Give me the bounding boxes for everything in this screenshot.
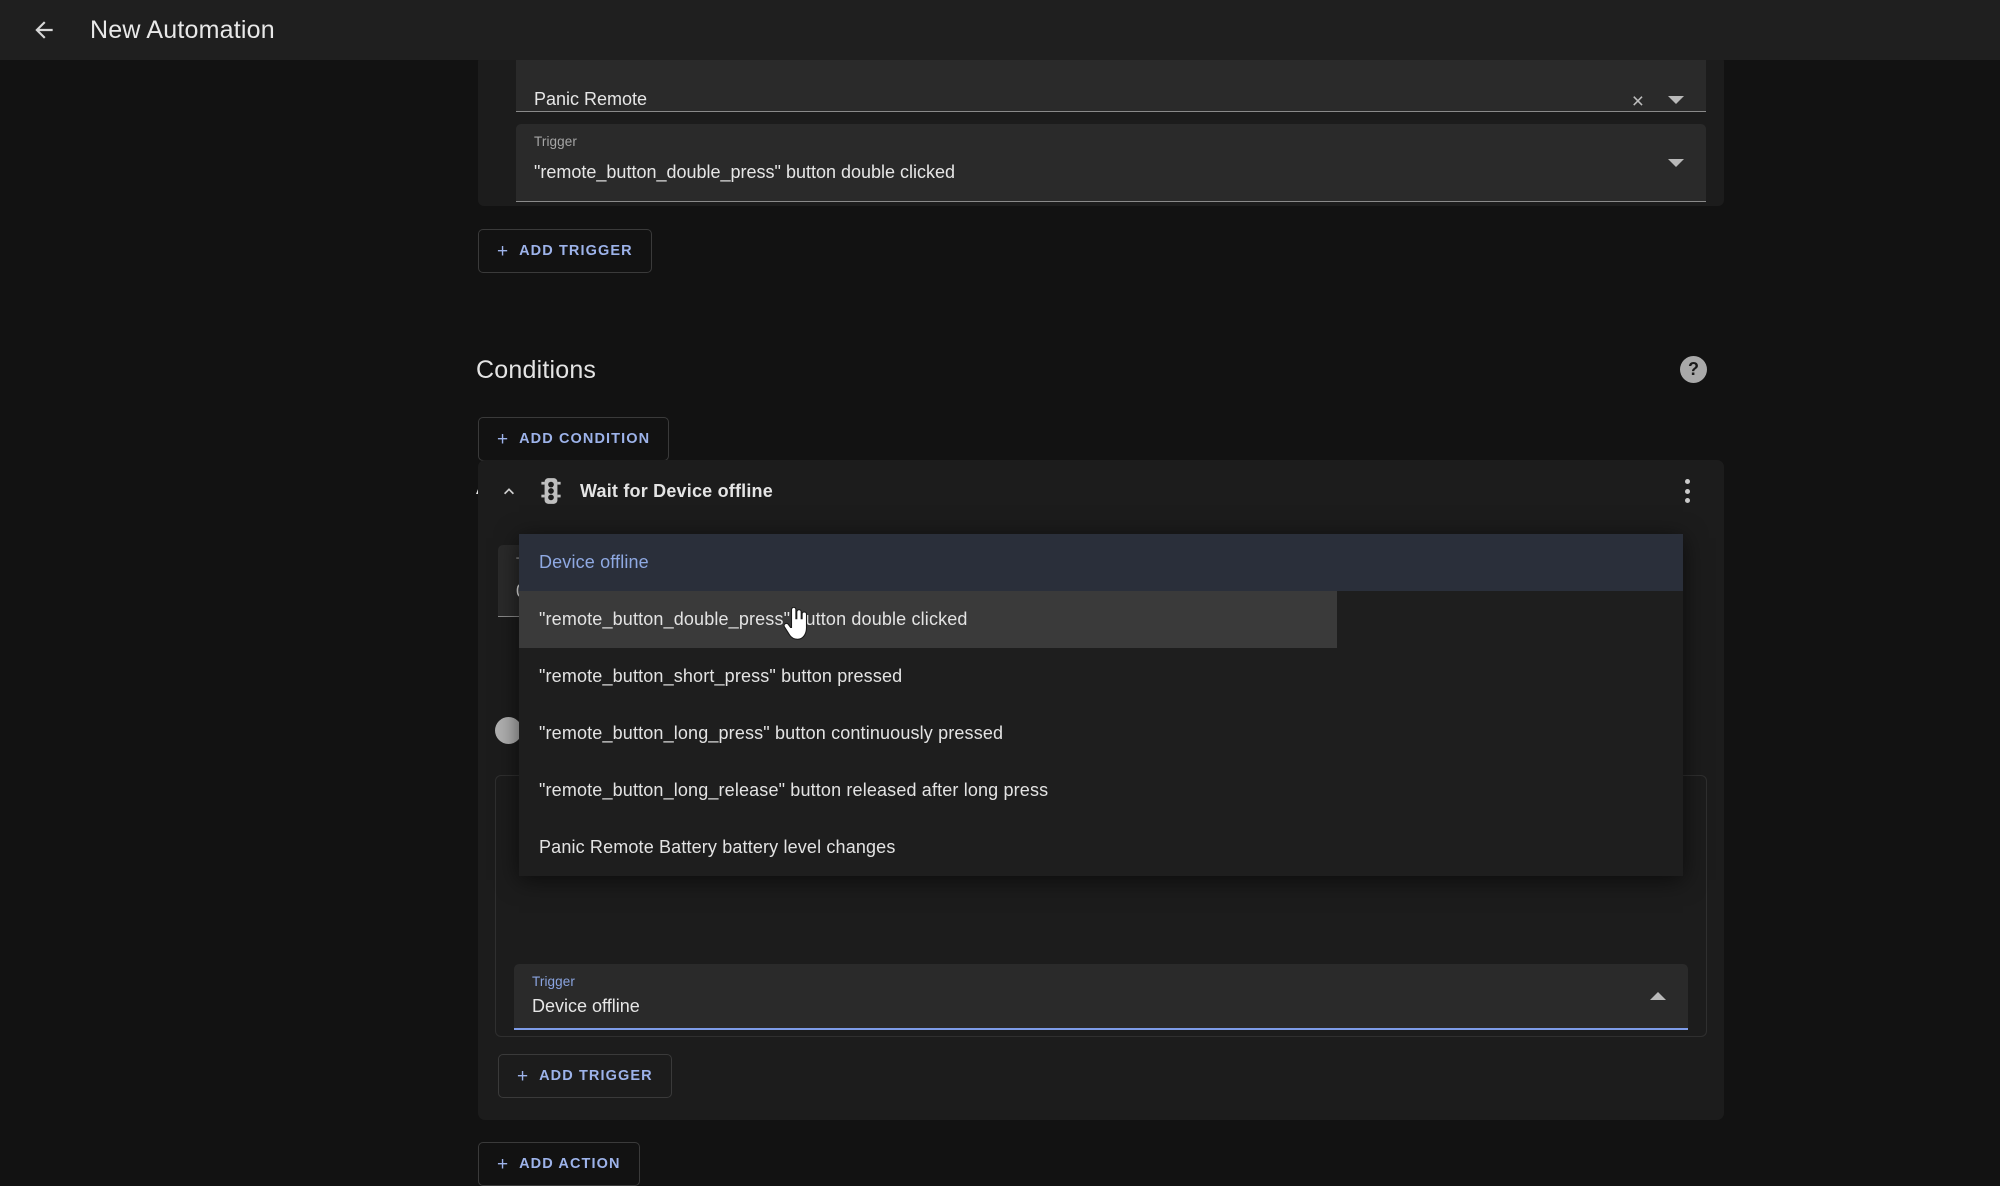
clear-x-icon[interactable]: ×	[1632, 91, 1644, 112]
dropdown-option[interactable]: "remote_button_short_press" button press…	[519, 648, 1683, 705]
inner-trigger-field-value: Device offline	[532, 996, 640, 1016]
add-trigger-label: ADD TRIGGER	[519, 243, 633, 259]
page-title: New Automation	[90, 15, 275, 44]
dropdown-option-label: "remote_button_long_release" button rele…	[539, 780, 1049, 800]
back-button[interactable]	[20, 6, 68, 54]
add-condition-button[interactable]: + ADD CONDITION	[478, 417, 670, 461]
dropdown-option[interactable]: "remote_button_double_press" button doub…	[519, 591, 1683, 648]
add-action-button[interactable]: + ADD ACTION	[478, 1142, 640, 1186]
chevron-up-icon[interactable]	[492, 474, 526, 508]
plus-icon: +	[517, 1065, 529, 1087]
device-select-value: Panic Remote	[534, 89, 648, 109]
kebab-menu-icon[interactable]	[1672, 474, 1702, 508]
dropdown-option-label: "remote_button_double_press" button doub…	[539, 609, 968, 629]
arrow-left-icon	[31, 17, 57, 43]
inner-add-trigger-label: ADD TRIGGER	[539, 1068, 653, 1084]
chevron-down-icon[interactable]	[1668, 159, 1684, 167]
inner-trigger-field-label: Trigger	[532, 974, 575, 989]
trigger-field-value: "remote_button_double_press" button doub…	[534, 162, 956, 182]
add-trigger-button[interactable]: + ADD TRIGGER	[478, 229, 652, 273]
trigger-select-field[interactable]: Trigger "remote_button_double_press" but…	[516, 124, 1706, 202]
help-circle-icon[interactable]: ?	[1680, 356, 1707, 383]
trigger-options-dropdown[interactable]: Device offline "remote_button_double_pres…	[519, 534, 1683, 876]
conditions-heading: Conditions	[476, 356, 597, 384]
dropdown-option[interactable]: "remote_button_long_release" button rele…	[519, 762, 1683, 819]
chevron-down-icon[interactable]	[1668, 96, 1684, 104]
action-card-header[interactable]: Wait for Device offline	[478, 460, 1724, 522]
dropdown-option[interactable]: Device offline	[519, 534, 1683, 591]
trigger-field-label: Trigger	[534, 134, 577, 149]
plus-icon: +	[497, 240, 509, 262]
action-card-title: Wait for Device offline	[580, 480, 773, 501]
trigger-card: Panic Remote × Trigger "remote_button_do…	[478, 34, 1724, 206]
dropdown-option-label: Device offline	[539, 552, 649, 572]
plus-icon: +	[497, 428, 509, 450]
traffic-light-icon	[538, 476, 564, 506]
dropdown-option[interactable]: "remote_button_long_press" button contin…	[519, 705, 1683, 762]
dropdown-option-label: Panic Remote Battery battery level chang…	[539, 837, 896, 857]
dropdown-option-label: "remote_button_long_press" button contin…	[539, 723, 1004, 743]
inner-trigger-select-field[interactable]: Trigger Device offline	[514, 964, 1688, 1030]
plus-icon: +	[497, 1153, 509, 1175]
continue-on-timeout-toggle[interactable]	[495, 717, 522, 744]
inner-add-trigger-button[interactable]: + ADD TRIGGER	[498, 1054, 672, 1098]
chevron-up-icon[interactable]	[1650, 992, 1666, 1000]
add-condition-label: ADD CONDITION	[519, 431, 651, 447]
app-bar: New Automation	[0, 0, 2000, 60]
add-action-label: ADD ACTION	[519, 1156, 621, 1172]
dropdown-option-label: "remote_button_short_press" button press…	[539, 666, 903, 686]
dropdown-option[interactable]: Panic Remote Battery battery level chang…	[519, 819, 1683, 876]
